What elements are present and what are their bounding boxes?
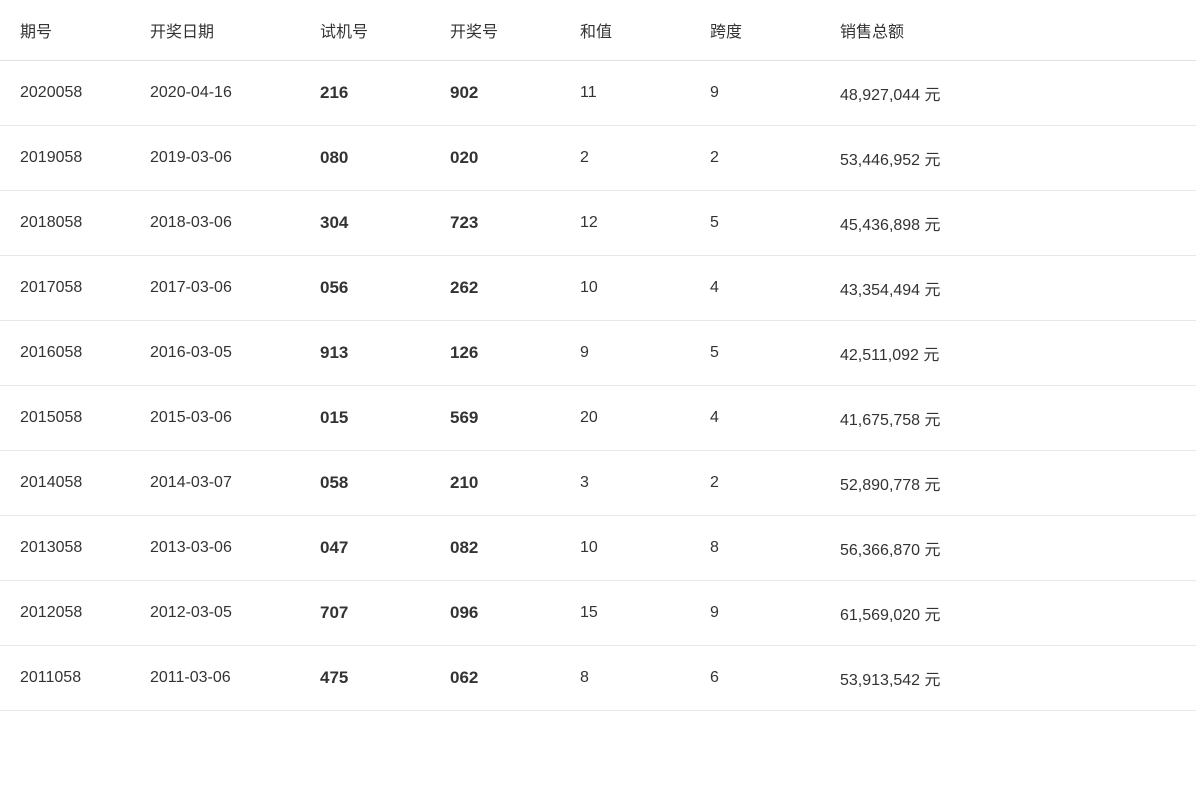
cell-hezhi: 8: [560, 646, 690, 711]
cell-qihao: 2013058: [0, 516, 130, 581]
table-row: 20190582019-03-060800202253,446,952 元: [0, 126, 1196, 191]
cell-xiaoshou: 52,890,778 元: [820, 451, 1196, 516]
cell-qihao: 2018058: [0, 191, 130, 256]
cell-kaijang: 062: [430, 646, 560, 711]
cell-qihao: 2016058: [0, 321, 130, 386]
cell-hezhi: 3: [560, 451, 690, 516]
table-row: 20120582012-03-0570709615961,569,020 元: [0, 581, 1196, 646]
table-row: 20160582016-03-059131269542,511,092 元: [0, 321, 1196, 386]
cell-kaijang: 723: [430, 191, 560, 256]
cell-kuadu: 2: [690, 126, 820, 191]
cell-shiji: 047: [300, 516, 430, 581]
cell-kuadu: 9: [690, 61, 820, 126]
table-row: 20180582018-03-0630472312545,436,898 元: [0, 191, 1196, 256]
cell-qihao: 2019058: [0, 126, 130, 191]
cell-kaijang: 210: [430, 451, 560, 516]
cell-qihao: 2014058: [0, 451, 130, 516]
cell-hezhi: 2: [560, 126, 690, 191]
cell-date: 2012-03-05: [130, 581, 300, 646]
cell-kuadu: 6: [690, 646, 820, 711]
cell-shiji: 015: [300, 386, 430, 451]
cell-xiaoshou: 41,675,758 元: [820, 386, 1196, 451]
cell-kuadu: 2: [690, 451, 820, 516]
cell-kuadu: 4: [690, 386, 820, 451]
cell-shiji: 913: [300, 321, 430, 386]
cell-date: 2018-03-06: [130, 191, 300, 256]
table-header-row: 期号 开奖日期 试机号 开奖号 和值 跨度 销售总额: [0, 0, 1196, 61]
cell-qihao: 2015058: [0, 386, 130, 451]
main-container: 期号 开奖日期 试机号 开奖号 和值 跨度 销售总额 20200582020-0…: [0, 0, 1196, 786]
cell-kuadu: 5: [690, 321, 820, 386]
table-row: 20170582017-03-0605626210443,354,494 元: [0, 256, 1196, 321]
cell-qihao: 2020058: [0, 61, 130, 126]
cell-shiji: 304: [300, 191, 430, 256]
cell-shiji: 707: [300, 581, 430, 646]
cell-date: 2017-03-06: [130, 256, 300, 321]
cell-xiaoshou: 53,446,952 元: [820, 126, 1196, 191]
cell-kaijang: 126: [430, 321, 560, 386]
header-hezhi: 和值: [560, 0, 690, 61]
cell-shiji: 080: [300, 126, 430, 191]
table-row: 20150582015-03-0601556920441,675,758 元: [0, 386, 1196, 451]
cell-shiji: 056: [300, 256, 430, 321]
table-row: 20140582014-03-070582103252,890,778 元: [0, 451, 1196, 516]
header-shiji: 试机号: [300, 0, 430, 61]
table-row: 20200582020-04-1621690211948,927,044 元: [0, 61, 1196, 126]
cell-hezhi: 15: [560, 581, 690, 646]
cell-hezhi: 10: [560, 256, 690, 321]
cell-kuadu: 4: [690, 256, 820, 321]
cell-hezhi: 9: [560, 321, 690, 386]
cell-kuadu: 9: [690, 581, 820, 646]
cell-shiji: 216: [300, 61, 430, 126]
cell-qihao: 2012058: [0, 581, 130, 646]
table-row: 20130582013-03-0604708210856,366,870 元: [0, 516, 1196, 581]
cell-date: 2013-03-06: [130, 516, 300, 581]
cell-xiaoshou: 56,366,870 元: [820, 516, 1196, 581]
cell-date: 2011-03-06: [130, 646, 300, 711]
header-date: 开奖日期: [130, 0, 300, 61]
header-kaijang: 开奖号: [430, 0, 560, 61]
header-qihao: 期号: [0, 0, 130, 61]
cell-kuadu: 5: [690, 191, 820, 256]
cell-shiji: 058: [300, 451, 430, 516]
header-xiaoshou: 销售总额: [820, 0, 1196, 61]
cell-hezhi: 10: [560, 516, 690, 581]
cell-hezhi: 12: [560, 191, 690, 256]
cell-kuadu: 8: [690, 516, 820, 581]
cell-xiaoshou: 53,913,542 元: [820, 646, 1196, 711]
header-kuadu: 跨度: [690, 0, 820, 61]
cell-kaijang: 082: [430, 516, 560, 581]
cell-kaijang: 096: [430, 581, 560, 646]
cell-xiaoshou: 43,354,494 元: [820, 256, 1196, 321]
cell-kaijang: 262: [430, 256, 560, 321]
cell-date: 2015-03-06: [130, 386, 300, 451]
cell-kaijang: 902: [430, 61, 560, 126]
cell-xiaoshou: 45,436,898 元: [820, 191, 1196, 256]
cell-xiaoshou: 61,569,020 元: [820, 581, 1196, 646]
cell-kaijang: 020: [430, 126, 560, 191]
cell-xiaoshou: 42,511,092 元: [820, 321, 1196, 386]
cell-qihao: 2011058: [0, 646, 130, 711]
cell-hezhi: 20: [560, 386, 690, 451]
cell-hezhi: 11: [560, 61, 690, 126]
cell-xiaoshou: 48,927,044 元: [820, 61, 1196, 126]
cell-qihao: 2017058: [0, 256, 130, 321]
cell-date: 2014-03-07: [130, 451, 300, 516]
table-row: 20110582011-03-064750628653,913,542 元: [0, 646, 1196, 711]
cell-shiji: 475: [300, 646, 430, 711]
lottery-table: 期号 开奖日期 试机号 开奖号 和值 跨度 销售总额 20200582020-0…: [0, 0, 1196, 711]
cell-date: 2019-03-06: [130, 126, 300, 191]
cell-date: 2016-03-05: [130, 321, 300, 386]
cell-date: 2020-04-16: [130, 61, 300, 126]
cell-kaijang: 569: [430, 386, 560, 451]
